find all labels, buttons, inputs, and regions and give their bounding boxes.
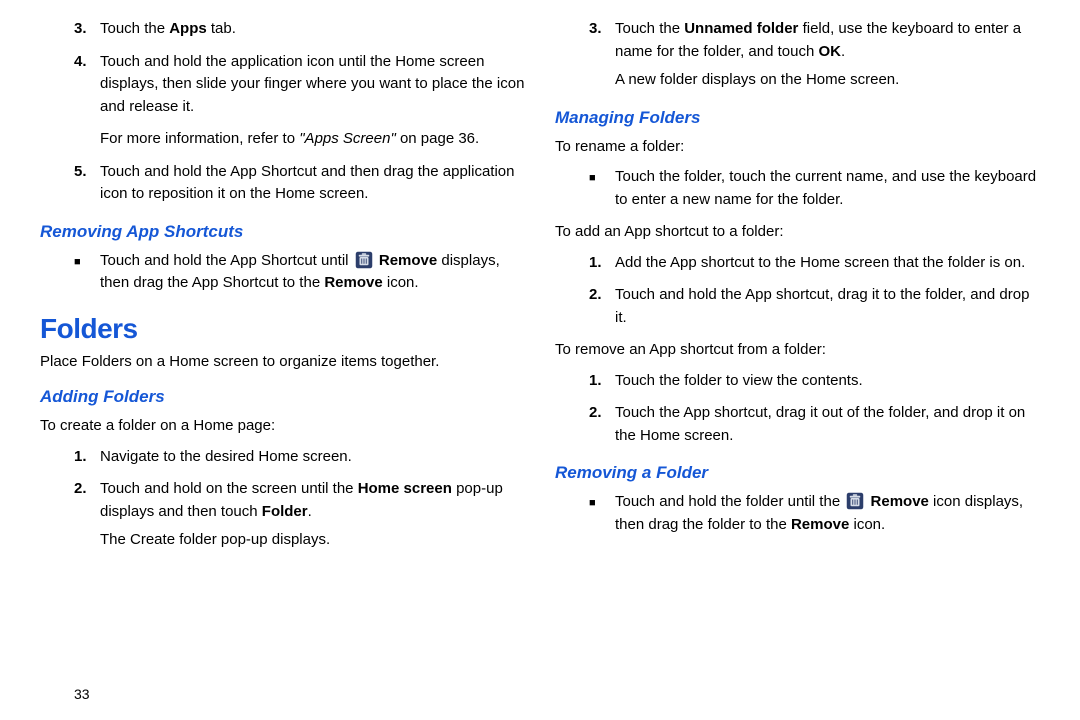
bullet-text: Touch and hold the folder until the Remo… <box>615 491 1040 536</box>
list-item: ■ Touch the folder, touch the current na… <box>555 166 1040 211</box>
list-item: 1. Touch the folder to view the contents… <box>555 370 1040 393</box>
step-text: Touch and hold the App Shortcut and then… <box>100 161 525 206</box>
bulleted-list: ■ Touch and hold the App Shortcut until … <box>40 250 525 305</box>
steps-list-continued: 3. Touch the Unnamed folder field, use t… <box>555 18 1040 102</box>
step-number: 5. <box>40 161 100 206</box>
heading-folders: Folders <box>40 313 525 345</box>
step-number: 3. <box>555 18 615 92</box>
bulleted-list: ■ Touch the folder, touch the current na… <box>555 166 1040 221</box>
step-text: Touch the App shortcut, drag it out of t… <box>615 402 1040 447</box>
remove-icon <box>846 492 864 510</box>
addshort-steps: 1. Add the App shortcut to the Home scre… <box>555 252 1040 340</box>
step-text: Touch and hold on the screen until the H… <box>100 478 525 552</box>
adding-steps: 1. Navigate to the desired Home screen. … <box>40 446 525 562</box>
folders-intro: Place Folders on a Home screen to organi… <box>40 351 525 374</box>
removeshort-lead: To remove an App shortcut from a folder: <box>555 339 1040 362</box>
step-text: Add the App shortcut to the Home screen … <box>615 252 1040 275</box>
heading-removing-app-shortcuts: Removing App Shortcuts <box>40 222 525 242</box>
bullet-icon: ■ <box>555 166 615 211</box>
heading-managing-folders: Managing Folders <box>555 108 1040 128</box>
list-item: 1. Add the App shortcut to the Home scre… <box>555 252 1040 275</box>
list-item: 4. Touch and hold the application icon u… <box>40 51 525 119</box>
addshort-lead: To add an App shortcut to a folder: <box>555 221 1040 244</box>
list-item: 3. Touch the Unnamed folder field, use t… <box>555 18 1040 92</box>
step-result: A new folder displays on the Home screen… <box>615 69 1040 92</box>
adding-lead: To create a folder on a Home page: <box>40 415 525 438</box>
step-text: Navigate to the desired Home screen. <box>100 446 525 469</box>
heading-adding-folders: Adding Folders <box>40 387 525 407</box>
bullet-text: Touch the folder, touch the current name… <box>615 166 1040 211</box>
step-number: 2. <box>40 478 100 552</box>
step-text: Touch the Apps tab. <box>100 18 525 41</box>
bulleted-list: ■ Touch and hold the folder until the Re… <box>555 491 1040 546</box>
steps-list-continued: 5. Touch and hold the App Shortcut and t… <box>40 161 525 216</box>
remove-icon <box>355 251 373 269</box>
list-item: 2. Touch and hold on the screen until th… <box>40 478 525 552</box>
step-number: 2. <box>555 402 615 447</box>
left-column: 3. Touch the Apps tab. 4. Touch and hold… <box>40 18 525 720</box>
step-number: 4. <box>40 51 100 119</box>
step-text: Touch the Unnamed folder field, use the … <box>615 18 1040 92</box>
list-item: ■ Touch and hold the folder until the Re… <box>555 491 1040 536</box>
page-number: 33 <box>40 676 525 720</box>
bullet-icon: ■ <box>555 491 615 536</box>
step-number: 1. <box>40 446 100 469</box>
list-item: 5. Touch and hold the App Shortcut and t… <box>40 161 525 206</box>
step-number: 3. <box>40 18 100 41</box>
list-item: 2. Touch the App shortcut, drag it out o… <box>555 402 1040 447</box>
removeshort-steps: 1. Touch the folder to view the contents… <box>555 370 1040 458</box>
bullet-icon: ■ <box>40 250 100 295</box>
heading-removing-folder: Removing a Folder <box>555 463 1040 483</box>
list-item: ■ Touch and hold the App Shortcut until … <box>40 250 525 295</box>
rename-lead: To rename a folder: <box>555 136 1040 159</box>
cross-reference: For more information, refer to "Apps Scr… <box>40 128 525 151</box>
steps-list-continued: 3. Touch the Apps tab. 4. Touch and hold… <box>40 18 525 128</box>
bullet-text: Touch and hold the App Shortcut until Re… <box>100 250 525 295</box>
step-text: Touch and hold the application icon unti… <box>100 51 525 119</box>
list-item: 3. Touch the Apps tab. <box>40 18 525 41</box>
step-text: Touch the folder to view the contents. <box>615 370 1040 393</box>
step-result: The Create folder pop-up displays. <box>100 529 525 552</box>
step-text: Touch and hold the App shortcut, drag it… <box>615 284 1040 329</box>
list-item: 2. Touch and hold the App shortcut, drag… <box>555 284 1040 329</box>
step-number: 1. <box>555 370 615 393</box>
step-number: 1. <box>555 252 615 275</box>
list-item: 1. Navigate to the desired Home screen. <box>40 446 525 469</box>
right-column: 3. Touch the Unnamed folder field, use t… <box>555 18 1040 720</box>
step-number: 2. <box>555 284 615 329</box>
manual-page: 3. Touch the Apps tab. 4. Touch and hold… <box>0 0 1080 720</box>
